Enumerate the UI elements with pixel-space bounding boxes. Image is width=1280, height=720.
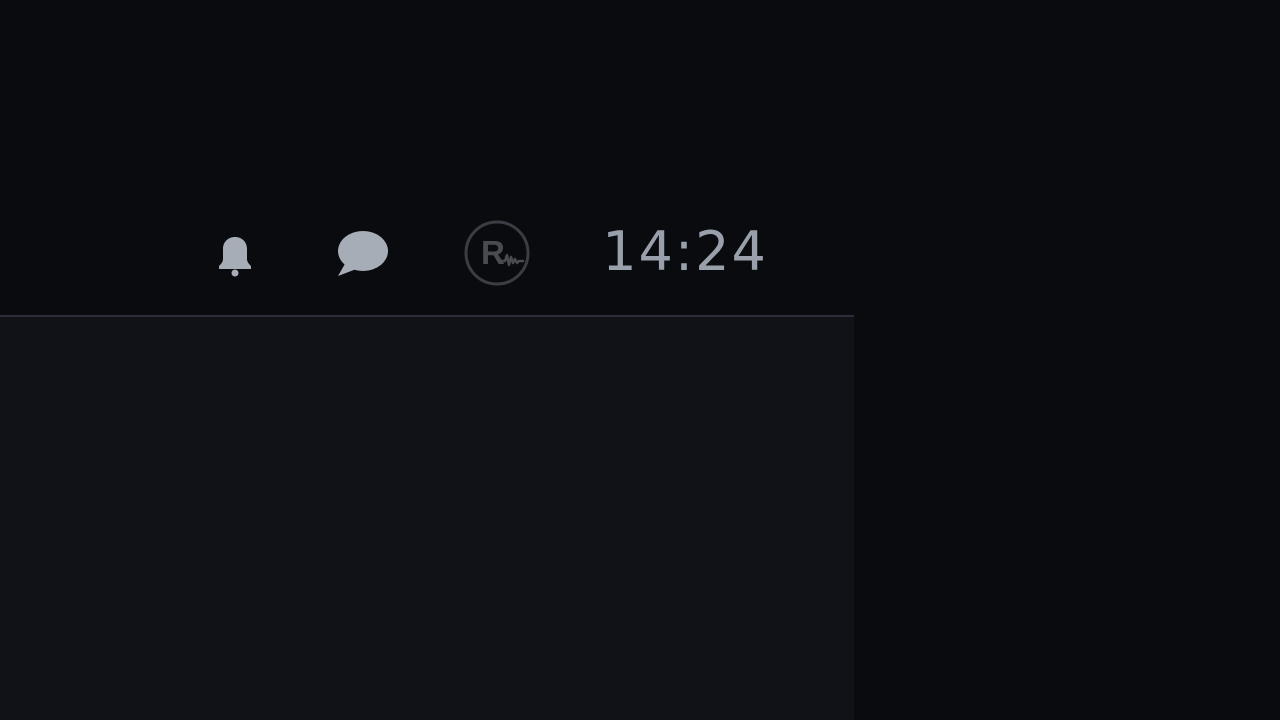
- clock-time: 14:24: [602, 219, 768, 283]
- notifications-button[interactable]: [210, 228, 260, 282]
- profile-badge-icon: R: [464, 220, 530, 286]
- main-panel: [0, 317, 854, 720]
- bell-icon: [219, 237, 251, 277]
- chat-bubble-icon: [338, 231, 388, 276]
- profile-initial: R: [481, 234, 505, 271]
- profile-button[interactable]: R: [463, 219, 531, 287]
- screen: R 14:24: [0, 0, 1280, 720]
- top-status-bar: R 14:24: [0, 0, 854, 316]
- messages-button[interactable]: [332, 226, 392, 282]
